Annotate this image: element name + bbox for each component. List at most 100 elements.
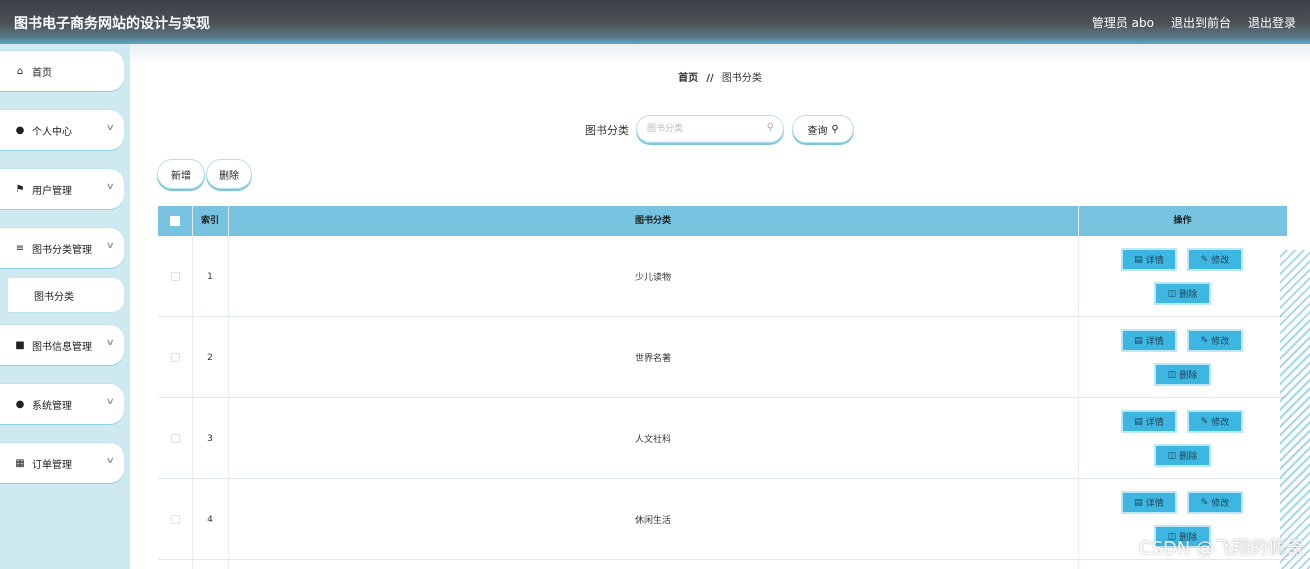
- header-ops: 操作: [1173, 216, 1192, 226]
- chevron-down-icon: ∨: [106, 397, 116, 407]
- search-input[interactable]: [647, 122, 762, 136]
- select-all-checkbox[interactable]: [170, 215, 180, 226]
- chevron-down-icon: ∨: [106, 123, 116, 133]
- edit-button[interactable]: ✎ 修改: [1187, 329, 1243, 352]
- row-check-cell: [158, 236, 192, 317]
- document-icon: ▤: [1134, 497, 1143, 508]
- column-divider: [192, 206, 193, 569]
- pencil-icon: ✎: [1200, 254, 1209, 265]
- add-button[interactable]: 新增: [157, 159, 205, 189]
- detail-label: 详情: [1145, 418, 1164, 428]
- header-category: 图书分类: [634, 216, 671, 226]
- sidebar-item-system-management[interactable]: ● 系统管理 ∨: [0, 384, 124, 424]
- grid-icon: ▦: [15, 457, 25, 469]
- table-row: 1 少儿读物 ▤ 详情 ✎ 修改 ◫ 删除: [158, 236, 1287, 317]
- current-user: 管理员 abo: [1091, 16, 1154, 30]
- row-checkbox[interactable]: [170, 353, 180, 362]
- flag-icon: ⚑: [15, 183, 25, 195]
- pencil-icon: ✎: [1200, 335, 1209, 346]
- delete-label: 删除: [1179, 371, 1198, 381]
- category-table: 索引 图书分类 操作 1 少儿读物 ▤ 详情 ✎ 修改 ◫ 删除 2 世界名著 ▤ 详情…: [158, 206, 1287, 569]
- detail-button[interactable]: ▤ 详情: [1121, 329, 1177, 352]
- sidebar-item-category-management[interactable]: ≡ 图书分类管理 ∨: [0, 228, 124, 268]
- chevron-down-icon: ∨: [106, 241, 116, 251]
- delete-label: 删除: [1179, 290, 1198, 300]
- sidebar-item-personal-center[interactable]: ● 个人中心 ∨: [0, 110, 124, 150]
- row-check-cell: [158, 479, 192, 560]
- row-index: 4: [207, 514, 213, 525]
- trash-icon: ◫: [1167, 288, 1177, 299]
- edit-button[interactable]: ✎ 修改: [1187, 248, 1243, 271]
- sliders-icon: ≡: [15, 242, 25, 254]
- main-content: 首页 // 图书分类 图书分类 ⚲ 查询 ⚲ 新增 删除 索引 图书分类 操作 …: [130, 44, 1310, 569]
- watermark: CSDN @飞翔的佩奇: [1138, 538, 1304, 559]
- row-category-name: 人文社科: [634, 435, 671, 445]
- sidebar-item-label: 首页: [32, 67, 52, 79]
- edit-button[interactable]: ✎ 修改: [1187, 410, 1243, 433]
- sidebar-item-label: 个人中心: [32, 126, 72, 138]
- sidebar-subitem-book-category[interactable]: 图书分类: [8, 278, 124, 312]
- edit-button[interactable]: ✎ 修改: [1187, 491, 1243, 514]
- top-right-menu: 管理员 abo 退出到前台 退出登录: [1092, 14, 1296, 31]
- document-icon: ▤: [1134, 254, 1143, 265]
- breadcrumb-home[interactable]: 首页: [678, 73, 698, 84]
- row-checkbox[interactable]: [170, 434, 180, 443]
- detail-button[interactable]: ▤ 详情: [1121, 248, 1177, 271]
- detail-button[interactable]: ▤ 详情: [1121, 410, 1177, 433]
- pencil-icon: ✎: [1200, 416, 1209, 427]
- row-ops: ▤ 详情 ✎ 修改 ◫ 删除: [1078, 317, 1287, 398]
- table-row: 4 休闲生活 ▤ 详情 ✎ 修改 ◫ 删除: [158, 479, 1287, 560]
- exit-to-frontend-link[interactable]: 退出到前台: [1171, 14, 1231, 31]
- row-category-name: 世界名著: [634, 354, 671, 364]
- delete-button[interactable]: ◫ 删除: [1154, 363, 1211, 386]
- table-row: 3 人文社科 ▤ 详情 ✎ 修改 ◫ 删除: [158, 398, 1287, 479]
- query-button[interactable]: 查询 ⚲: [792, 115, 854, 143]
- sidebar-item-label: 用户管理: [32, 185, 72, 197]
- sidebar: ⌂ 首页 ● 个人中心 ∨ ⚑ 用户管理 ∨ ≡ 图书分类管理 ∨ 图书分类 ■…: [0, 44, 130, 569]
- document-icon: ▤: [1134, 416, 1143, 427]
- search-icon: ⚲: [766, 122, 774, 133]
- pencil-icon: ✎: [1200, 497, 1209, 508]
- column-divider: [228, 206, 229, 569]
- sidebar-item-user-management[interactable]: ⚑ 用户管理 ∨: [0, 169, 124, 209]
- sidebar-item-home[interactable]: ⌂ 首页: [0, 51, 124, 91]
- query-button-label: 查询: [807, 125, 828, 137]
- row-ops: ▤ 详情 ✎ 修改 ◫ 删除: [1078, 398, 1287, 479]
- row-check-cell: [158, 398, 192, 479]
- top-bar: 图书电子商务网站的设计与实现 管理员 abo 退出到前台 退出登录: [0, 0, 1310, 44]
- logout-link[interactable]: 退出登录: [1248, 14, 1296, 31]
- column-divider: [1078, 206, 1079, 569]
- sidebar-item-book-info-management[interactable]: ■ 图书信息管理 ∨: [0, 325, 124, 365]
- breadcrumb-current: 图书分类: [721, 73, 762, 84]
- edit-label: 修改: [1211, 499, 1230, 509]
- user-icon: ●: [15, 398, 25, 410]
- search-label: 图书分类: [585, 124, 629, 137]
- sidebar-item-order-management[interactable]: ▦ 订单管理 ∨: [0, 443, 124, 483]
- edit-label: 修改: [1211, 256, 1230, 266]
- breadcrumb: 首页 // 图书分类: [130, 69, 1310, 84]
- row-ops: ▤ 详情 ✎ 修改 ◫ 删除: [1078, 236, 1287, 317]
- batch-delete-button[interactable]: 删除: [206, 159, 252, 189]
- search-icon: ⚲: [831, 123, 839, 135]
- chevron-down-icon: ∨: [106, 182, 116, 192]
- table-header: 索引 图书分类 操作: [158, 206, 1287, 236]
- breadcrumb-separator: //: [706, 73, 714, 84]
- edit-label: 修改: [1211, 418, 1230, 428]
- delete-button[interactable]: ◫ 删除: [1154, 282, 1211, 305]
- row-checkbox[interactable]: [170, 272, 180, 281]
- sidebar-item-label: 系统管理: [32, 400, 72, 412]
- row-checkbox[interactable]: [170, 515, 180, 524]
- detail-button[interactable]: ▤ 详情: [1121, 491, 1177, 514]
- app-title: 图书电子商务网站的设计与实现: [14, 16, 210, 32]
- row-index: 1: [207, 271, 213, 282]
- detail-label: 详情: [1145, 499, 1164, 509]
- detail-label: 详情: [1145, 256, 1164, 266]
- table-row: 2 世界名著 ▤ 详情 ✎ 修改 ◫ 删除: [158, 317, 1287, 398]
- select-all-cell: [158, 206, 192, 236]
- delete-button[interactable]: ◫ 删除: [1154, 444, 1211, 467]
- search-box: ⚲: [636, 115, 784, 143]
- comment-icon: ■: [15, 339, 25, 351]
- delete-label: 删除: [1179, 452, 1198, 462]
- edit-label: 修改: [1211, 337, 1230, 347]
- trash-icon: ◫: [1167, 369, 1177, 380]
